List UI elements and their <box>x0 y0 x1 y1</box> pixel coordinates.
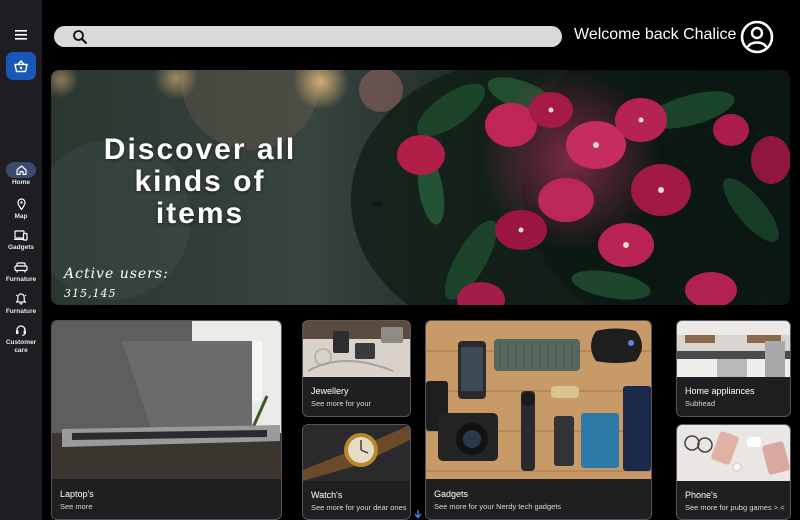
card-title: Jewellery <box>311 386 349 396</box>
bell-icon <box>15 293 27 305</box>
sidebar-item-label: Gadgets <box>7 244 34 251</box>
card-title: Home appliances <box>685 386 755 396</box>
active-users-count: 315,145 <box>64 287 117 300</box>
headset-icon <box>16 325 26 336</box>
map-pin-icon <box>16 198 26 210</box>
jewellery-image <box>303 321 410 377</box>
sidebar-item-label: Customer care <box>5 339 37 354</box>
cart-button[interactable] <box>6 52 36 80</box>
sidebar-item-furnature-2[interactable]: Furnature <box>0 291 42 316</box>
card-subtitle: See more for your dear ones <box>311 503 407 512</box>
sidebar-item-label: Furnature <box>5 308 37 315</box>
category-card-phones[interactable]: Phone's See more for pubg games >.< <box>676 424 791 520</box>
search-icon[interactable] <box>72 29 88 45</box>
devices-icon <box>14 229 28 241</box>
gadgets-image <box>426 321 651 479</box>
sidebar-item-gadgets[interactable]: Gadgets <box>0 227 42 252</box>
card-title: Laptop's <box>60 489 94 499</box>
search-input[interactable] <box>94 28 553 47</box>
sidebar: Home Map Gadgets Furnature Furnature Cus… <box>0 0 42 520</box>
scroll-down-icon[interactable] <box>413 509 423 519</box>
category-card-jewellery[interactable]: Jewellery See more for your <box>302 320 411 417</box>
category-card-watches[interactable]: Watch's See more for your dear ones <box>302 424 411 520</box>
category-card-home-appliances[interactable]: Home appliances Subhead <box>676 320 791 417</box>
card-subtitle: See more <box>60 502 93 511</box>
menu-button[interactable] <box>11 26 31 44</box>
category-card-laptops[interactable]: Laptop's See more <box>51 320 282 520</box>
card-subtitle: Subhead <box>685 399 716 408</box>
card-subtitle: See more for your <box>311 399 372 408</box>
hero-title: Discover all kinds of items <box>103 133 297 230</box>
sofa-icon <box>14 261 28 272</box>
laptop-image <box>52 321 281 479</box>
home-icon <box>15 165 27 175</box>
sidebar-item-customer-care[interactable]: Customer care <box>0 322 42 355</box>
welcome-message: Welcome back Chalice <box>574 26 737 43</box>
kitchen-image <box>677 321 790 377</box>
category-card-gadgets[interactable]: Gadgets See more for your Nerdy tech gad… <box>425 320 652 520</box>
sidebar-item-label: Furnature <box>5 276 37 283</box>
menu-icon <box>15 30 27 40</box>
basket-icon <box>14 59 28 72</box>
search-bar[interactable] <box>54 26 562 47</box>
sidebar-item-map[interactable]: Map <box>0 196 42 221</box>
sidebar-item-furnature[interactable]: Furnature <box>0 259 42 284</box>
account-icon[interactable] <box>740 20 774 54</box>
sidebar-item-label: Home <box>11 179 31 186</box>
phones-image <box>677 425 790 481</box>
card-title: Watch's <box>311 490 343 500</box>
card-subtitle: See more for pubg games >.< <box>685 503 785 512</box>
active-users-label: Active users: <box>64 266 169 282</box>
card-title: Phone's <box>685 490 718 500</box>
card-title: Gadgets <box>434 489 469 499</box>
watch-image <box>303 425 410 481</box>
card-subtitle: See more for your Nerdy tech gadgets <box>434 502 562 511</box>
sidebar-item-home[interactable]: Home <box>0 162 42 187</box>
sidebar-item-label: Map <box>14 213 28 220</box>
